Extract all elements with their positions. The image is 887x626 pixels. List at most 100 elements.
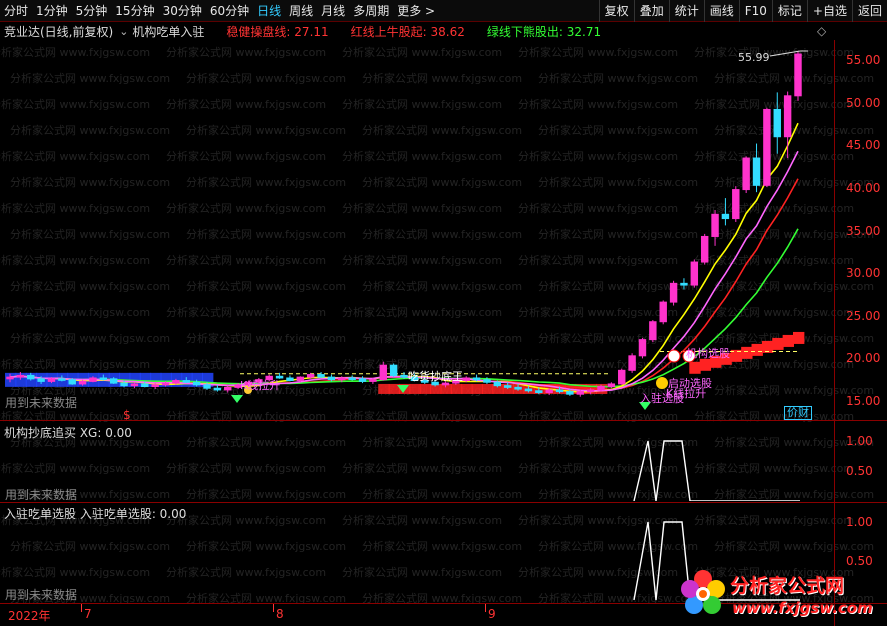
candle-body bbox=[68, 379, 76, 385]
candle-body bbox=[151, 384, 159, 388]
band-bar bbox=[409, 383, 421, 394]
candle-body bbox=[400, 374, 408, 378]
candle-body bbox=[638, 339, 647, 357]
candle-body bbox=[89, 377, 97, 382]
logo-url: www.fxjgsw.com bbox=[732, 599, 873, 617]
candle-body bbox=[286, 377, 294, 382]
candle-body bbox=[607, 383, 616, 388]
candle-body bbox=[472, 377, 481, 381]
toolbar-button-4[interactable]: F10 bbox=[738, 0, 772, 22]
candle-body bbox=[680, 282, 688, 286]
candle-body bbox=[742, 157, 750, 191]
period-tab-7[interactable]: 周线 bbox=[285, 0, 317, 22]
period-tab-0[interactable]: 分时 bbox=[0, 0, 32, 22]
period-tab-4[interactable]: 30分钟 bbox=[159, 0, 206, 22]
price-tick-label: 30.00 bbox=[846, 266, 881, 281]
candle-body bbox=[141, 383, 149, 388]
candle-body bbox=[16, 374, 25, 378]
candle-body bbox=[566, 391, 574, 395]
candle-body bbox=[99, 377, 108, 380]
ma-green-line bbox=[9, 228, 799, 388]
date-tick-label: 7 bbox=[84, 607, 92, 621]
signal-annotation: 吃货抄底王 bbox=[408, 370, 463, 383]
candle-body bbox=[379, 364, 387, 381]
candle-body bbox=[483, 379, 491, 383]
candle-body bbox=[27, 374, 35, 380]
period-tab-2[interactable]: 5分钟 bbox=[72, 0, 112, 22]
period-tab-8[interactable]: 月线 bbox=[317, 0, 349, 22]
toolbar-button-1[interactable]: 叠加 bbox=[633, 0, 669, 22]
candle-body bbox=[47, 378, 56, 382]
toolbar-button-7[interactable]: 返回 bbox=[851, 0, 887, 22]
band-bar bbox=[689, 361, 701, 374]
toolbar-button-2[interactable]: 统计 bbox=[668, 0, 704, 22]
band-bar bbox=[5, 372, 17, 387]
candle-body bbox=[182, 380, 190, 383]
indicator1-chart[interactable] bbox=[0, 423, 834, 501]
candle-body bbox=[358, 378, 367, 382]
indicator-red-line: 红线上牛股起: 38.62 bbox=[350, 24, 465, 39]
toolbar-button-0[interactable]: 复权 bbox=[598, 0, 634, 22]
peak-price-label: 55.99 bbox=[738, 51, 770, 64]
candle-body bbox=[462, 377, 470, 382]
candle-body bbox=[58, 378, 66, 381]
info-bar: 竞业达(日线,前复权) ⌄ 机构吃单入驻 稳健操盘线: 27.11 红线上牛股起… bbox=[0, 22, 840, 40]
period-tab-9[interactable]: 多周期 bbox=[349, 0, 393, 22]
candle-body bbox=[317, 374, 325, 378]
date-tick bbox=[485, 604, 486, 612]
period-tab-1[interactable]: 1分钟 bbox=[32, 0, 72, 22]
candle-body bbox=[732, 189, 740, 220]
candle-body bbox=[296, 376, 305, 382]
candle-body bbox=[690, 261, 699, 286]
candle-body bbox=[794, 53, 802, 97]
price-tick-label: 15.00 bbox=[846, 394, 881, 408]
pane-divider bbox=[0, 502, 887, 503]
date-tick-label: 8 bbox=[276, 607, 284, 621]
formula-name[interactable]: 机构吃单入驻 bbox=[132, 23, 204, 40]
candle-body bbox=[493, 381, 502, 387]
period-tab-10[interactable]: 更多 > bbox=[393, 0, 439, 22]
chevron-down-icon[interactable]: ⌄ bbox=[119, 25, 128, 38]
band-bar bbox=[741, 346, 753, 359]
toolbar-button-6[interactable]: +自选 bbox=[806, 0, 852, 22]
candle-body bbox=[224, 386, 232, 391]
band-bar bbox=[751, 343, 763, 356]
signal-annotation: 机构选股 bbox=[686, 347, 730, 360]
candle-body bbox=[327, 376, 336, 381]
candle-body bbox=[213, 387, 222, 391]
price-tick-label: 20.00 bbox=[846, 351, 881, 366]
price-tick-label: 40.00 bbox=[846, 180, 881, 195]
date-tick bbox=[81, 604, 82, 612]
stock-title: 竞业达(日线,前复权) bbox=[4, 24, 114, 39]
candle-body bbox=[120, 382, 128, 387]
candle-body bbox=[628, 355, 636, 371]
period-tab-5[interactable]: 60分钟 bbox=[206, 0, 253, 22]
band-bar bbox=[782, 334, 794, 347]
indicator-steady-line: 稳健操盘线: 27.11 bbox=[226, 24, 329, 39]
date-tick bbox=[273, 604, 274, 612]
candle-body bbox=[161, 382, 170, 386]
candle-body bbox=[576, 391, 584, 395]
diamond-icon[interactable]: ◇ bbox=[817, 24, 826, 38]
pane-divider bbox=[0, 420, 887, 421]
candle-body bbox=[669, 282, 678, 303]
candle-body bbox=[192, 381, 201, 386]
candle-body bbox=[306, 374, 315, 378]
ma-yellow-line bbox=[9, 122, 799, 393]
candle-body bbox=[773, 108, 781, 138]
candle-body bbox=[514, 386, 522, 390]
period-tab-3[interactable]: 15分钟 bbox=[111, 0, 158, 22]
toolbar-button-3[interactable]: 画线 bbox=[703, 0, 739, 22]
price-chart[interactable] bbox=[0, 40, 834, 420]
boxed-label: 价财 bbox=[784, 406, 812, 420]
band-bar bbox=[430, 383, 442, 394]
price-tick-label: 50.00 bbox=[846, 95, 881, 110]
indicator-tick-label: 0.50 bbox=[846, 464, 873, 478]
candle-body bbox=[545, 389, 553, 393]
toolbar-button-5[interactable]: 标记 bbox=[771, 0, 807, 22]
pane1-future-label: 用到未来数据 bbox=[5, 488, 78, 502]
band-bar bbox=[471, 383, 483, 394]
price-tick-label: 55.00 bbox=[846, 53, 881, 67]
period-tab-6[interactable]: 日线 bbox=[253, 0, 285, 22]
signal-annotation: K线拉升 bbox=[240, 379, 281, 392]
